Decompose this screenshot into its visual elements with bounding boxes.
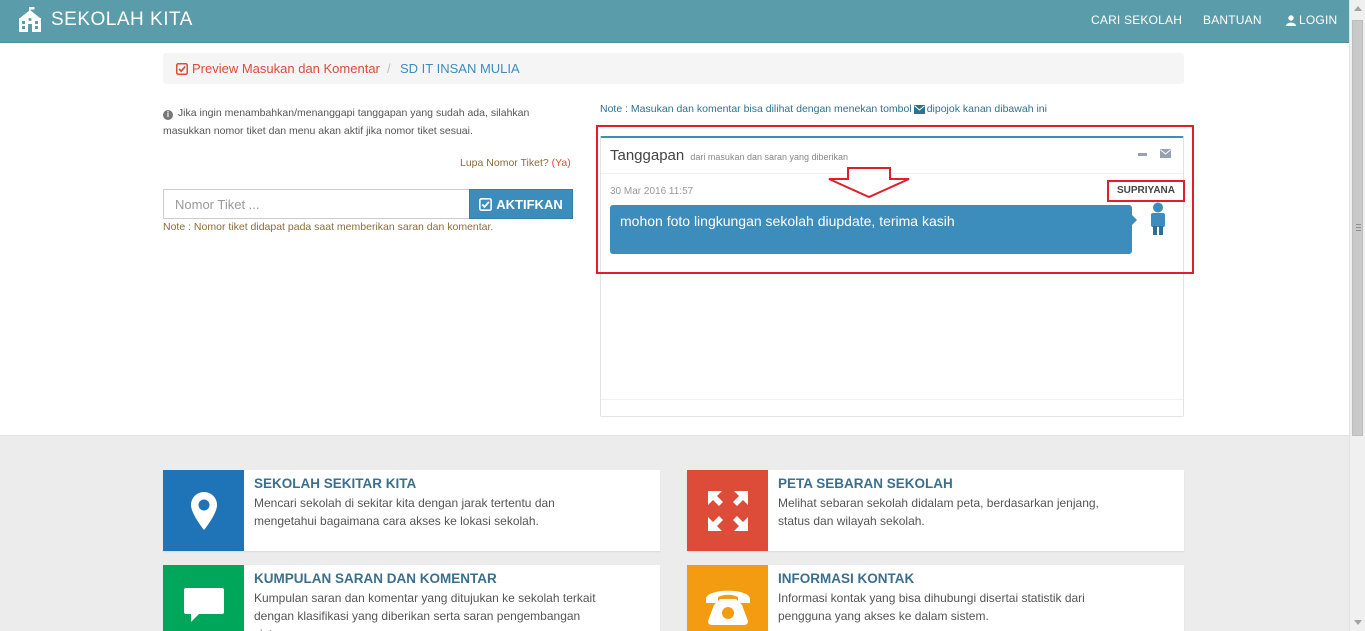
message-time: 30 Mar 2016 11:57 (610, 186, 694, 197)
feature-title: PETA SEBARAN SEKOLAH (778, 476, 953, 491)
forgot-ticket-link[interactable]: (Ya) (552, 157, 571, 169)
feature-title: SEKOLAH SEKITAR KITA (254, 476, 417, 491)
ticket-info-label: Jika ingin menambahkan/menanggapi tangga… (163, 107, 530, 137)
forgot-ticket-label: Lupa Nomor Tiket? (460, 157, 549, 169)
brand-name: SEKOLAH KITA (51, 9, 193, 30)
ticket-number-input[interactable] (163, 189, 470, 219)
check-square-icon (479, 197, 493, 211)
info-icon: i (163, 110, 173, 120)
comment-note: Note : Masukan dan komentar bisa dilihat… (600, 103, 1047, 115)
nav-cari-sekolah[interactable]: CARI SEKOLAH (1091, 13, 1182, 27)
feature-card-sekolah-sekitar[interactable]: SEKOLAH SEKITAR KITA Mencari sekolah di … (163, 470, 660, 551)
envelope-icon[interactable] (1160, 149, 1171, 158)
nav-login-label: LOGIN (1299, 13, 1338, 27)
breadcrumb-separator: / (387, 61, 391, 76)
check-square-icon (176, 62, 188, 75)
feature-card-kumpulan-saran[interactable]: KUMPULAN SARAN DAN KOMENTAR Kumpulan sar… (163, 565, 660, 631)
message-author: SUPRIYANA (1117, 185, 1175, 196)
nav-bantuan[interactable]: BANTUAN (1203, 13, 1262, 27)
chat-header: Tanggapan dari masukan dan saran yang di… (601, 138, 1183, 174)
map-marker-icon (190, 491, 217, 530)
user-avatar-icon (1151, 202, 1165, 235)
chat-subtitle: dari masukan dan saran yang diberikan (690, 152, 849, 162)
feature-title: KUMPULAN SARAN DAN KOMENTAR (254, 571, 497, 586)
feature-desc: Mencari sekolah di sekitar kita dengan j… (254, 496, 555, 528)
feature-card-peta-sebaran[interactable]: PETA SEBARAN SEKOLAH Melihat sebaran sek… (687, 470, 1184, 551)
breadcrumb: Preview Masukan dan Komentar / SD IT INS… (163, 53, 1184, 84)
user-icon (1286, 14, 1296, 26)
feature-icon-box (163, 565, 244, 631)
feature-desc: Kumpulan saran dan komentar yang ditujuk… (254, 591, 596, 631)
feature-icon-box (163, 470, 244, 551)
feature-desc: Informasi kontak yang bisa dihubungi dis… (778, 591, 1085, 623)
message-bubble: mohon foto lingkungan sekolah diupdate, … (610, 205, 1137, 254)
chat-footer-divider (601, 399, 1183, 400)
expand-arrows-icon (707, 490, 748, 531)
comment-icon (183, 587, 224, 622)
scroll-up-arrow-icon[interactable] (1354, 6, 1362, 11)
school-icon (19, 7, 41, 32)
breadcrumb-preview[interactable]: Preview Masukan dan Komentar (176, 61, 380, 76)
vertical-scrollbar[interactable] (1349, 0, 1365, 631)
feature-card-informasi-kontak[interactable]: INFORMASI KONTAK Informasi kontak yang b… (687, 565, 1184, 631)
forgot-ticket: Lupa Nomor Tiket? (Ya) (460, 157, 571, 169)
feature-title: INFORMASI KONTAK (778, 571, 915, 586)
feature-icon-box (687, 470, 768, 551)
ticket-info-text: i Jika ingin menambahkan/menanggapi tang… (163, 104, 563, 140)
features-section: SEKOLAH SEKITAR KITA Mencari sekolah di … (0, 435, 1349, 631)
phone-icon (705, 590, 750, 625)
chat-title-label: Tanggapan (610, 147, 685, 164)
feature-icon-box (687, 565, 768, 631)
chat-title: Tanggapan dari masukan dan saran yang di… (610, 147, 848, 164)
activate-button[interactable]: AKTIFKAN (469, 189, 573, 219)
feature-desc: Melihat sebaran sekolah didalam peta, be… (778, 496, 1099, 528)
comment-note-before: Note : Masukan dan komentar bisa dilihat… (600, 103, 912, 115)
ticket-note: Note : Nomor tiket didapat pada saat mem… (163, 221, 494, 233)
navbar: SEKOLAH KITA CARI SEKOLAH BANTUAN LOGIN (0, 0, 1349, 43)
activate-button-label: AKTIFKAN (496, 196, 563, 212)
scroll-down-arrow-icon[interactable] (1354, 620, 1362, 625)
scrollbar-thumb[interactable] (1352, 20, 1363, 436)
tanggapan-chat-box: Tanggapan dari masukan dan saran yang di… (600, 136, 1184, 417)
nav-login[interactable]: LOGIN (1286, 13, 1337, 27)
comment-note-after: dipojok kanan dibawah ini (926, 103, 1047, 115)
breadcrumb-school: SD IT INSAN MULIA (400, 61, 520, 76)
breadcrumb-preview-label: Preview Masukan dan Komentar (192, 61, 380, 76)
brand[interactable]: SEKOLAH KITA (17, 7, 193, 33)
envelope-icon (913, 104, 925, 114)
minimize-icon[interactable] (1138, 153, 1147, 156)
